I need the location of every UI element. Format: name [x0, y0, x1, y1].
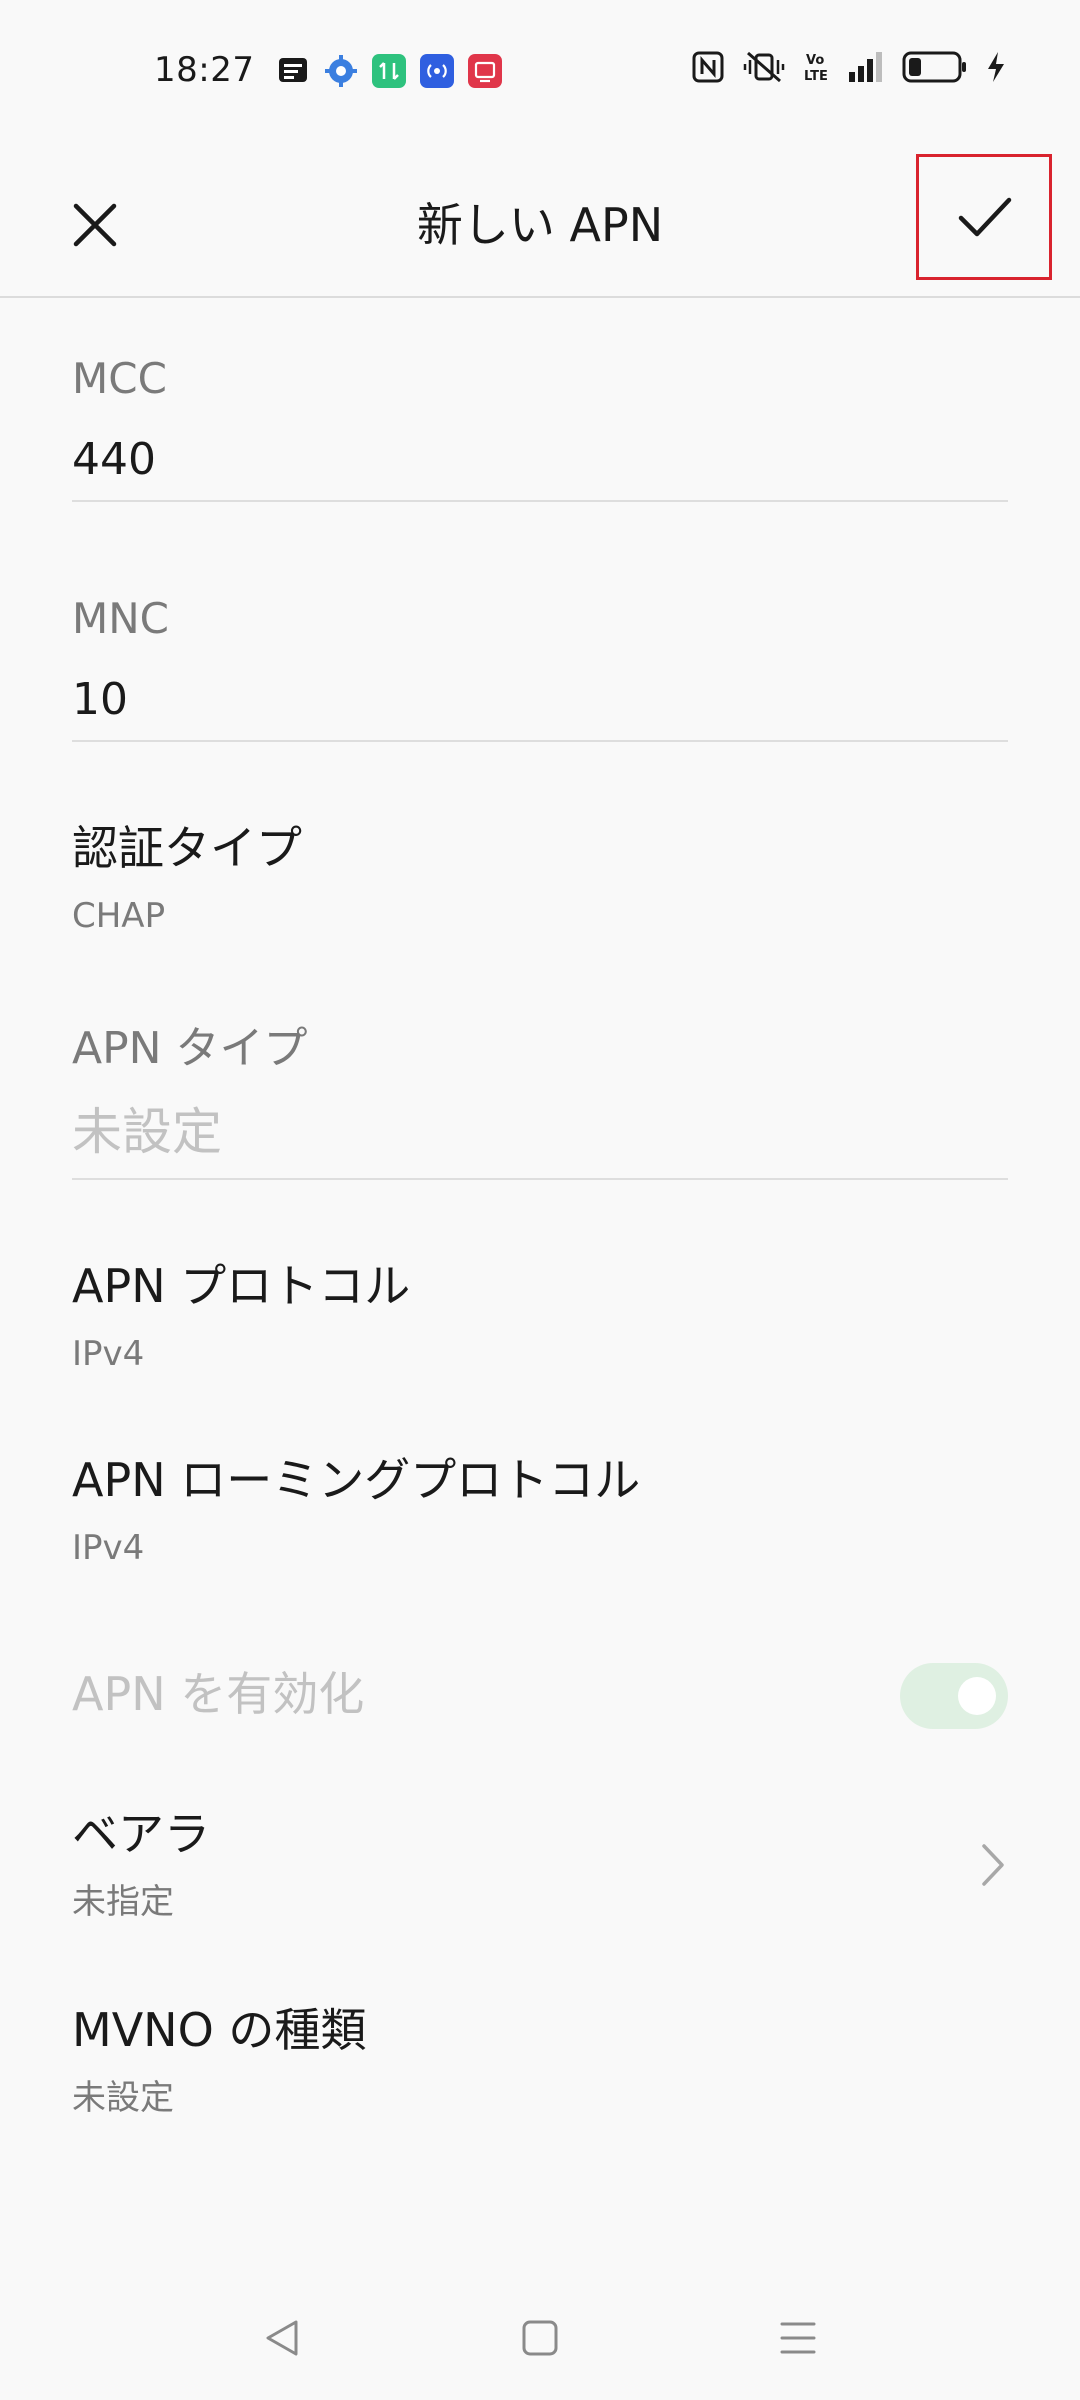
mnc-label: MNC — [72, 594, 169, 643]
apn-type-underline — [72, 1178, 1008, 1180]
vibrate-mute-icon — [742, 50, 786, 84]
mvno-type-item[interactable]: MVNO の種類 未設定 — [72, 2000, 1008, 2130]
charging-bolt-icon — [986, 50, 1006, 84]
mvno-type-title: MVNO の種類 — [72, 2003, 367, 2057]
mcc-field[interactable]: MCC 440 — [72, 352, 1008, 502]
home-button[interactable] — [510, 2308, 570, 2368]
home-square-icon — [520, 2318, 560, 2358]
volte-icon: Vo LTE — [804, 50, 830, 84]
apn-roaming-protocol-item[interactable]: APN ローミングプロトコル IPv4 — [72, 1450, 1008, 1580]
mcc-label: MCC — [72, 354, 167, 403]
mnc-value[interactable]: 10 — [72, 672, 128, 728]
recents-button[interactable] — [768, 2308, 828, 2368]
navigation-bar — [0, 2296, 1080, 2376]
chevron-right-icon — [978, 1840, 1008, 1890]
nfc-icon — [692, 50, 724, 84]
notification-icons — [276, 54, 502, 88]
toggle-knob — [958, 1677, 996, 1715]
data-transfer-icon — [372, 54, 406, 88]
recents-menu-icon — [776, 2316, 820, 2360]
apn-protocol-item[interactable]: APN プロトコル IPv4 — [72, 1256, 1008, 1386]
apn-enable-toggle[interactable] — [900, 1663, 1008, 1729]
bearer-title: ベアラ — [72, 1807, 210, 1861]
mnc-field[interactable]: MNC 10 — [72, 592, 1008, 742]
apn-roaming-protocol-summary: IPv4 — [72, 1528, 145, 1568]
back-triangle-icon — [260, 2316, 304, 2360]
status-bar: 18:27 Vo LTE — [0, 0, 1080, 140]
bearer-summary: 未指定 — [72, 1882, 174, 1922]
checkmark-icon — [949, 182, 1019, 252]
hotspot-icon — [420, 54, 454, 88]
auth-type-title: 認証タイプ — [72, 821, 302, 875]
mcc-underline — [72, 500, 1008, 502]
mvno-type-summary: 未設定 — [72, 2078, 174, 2118]
apn-type-field[interactable]: APN タイプ 未設定 — [72, 1020, 1008, 1180]
app-bar: 新しい APN — [0, 150, 1080, 298]
apn-enable-item[interactable]: APN を有効化 — [72, 1656, 1008, 1736]
auth-type-summary: CHAP — [72, 896, 166, 936]
apn-roaming-protocol-title: APN ローミングプロトコル — [72, 1453, 641, 1507]
apn-enable-title: APN を有効化 — [72, 1667, 365, 1721]
confirm-button[interactable] — [916, 154, 1052, 280]
signal-icon — [848, 50, 884, 84]
screen-record-icon — [468, 54, 502, 88]
battery-icon — [902, 50, 968, 84]
back-button[interactable] — [252, 2308, 312, 2368]
settings-gear-icon — [324, 54, 358, 88]
bearer-item[interactable]: ベアラ 未指定 — [72, 1804, 1008, 1934]
auth-type-item[interactable]: 認証タイプ CHAP — [72, 818, 1008, 948]
status-time: 18:27 — [154, 50, 255, 90]
mnc-underline — [72, 740, 1008, 742]
system-icons: Vo LTE — [692, 50, 1006, 84]
apn-type-placeholder[interactable]: 未設定 — [72, 1100, 222, 1164]
apn-protocol-title: APN プロトコル — [72, 1259, 411, 1313]
message-icon — [276, 54, 310, 88]
svg-text:Vo: Vo — [806, 53, 824, 68]
apn-protocol-summary: IPv4 — [72, 1334, 145, 1374]
svg-text:LTE: LTE — [804, 69, 828, 84]
apn-type-label: APN タイプ — [72, 1023, 308, 1074]
mcc-value[interactable]: 440 — [72, 432, 156, 488]
